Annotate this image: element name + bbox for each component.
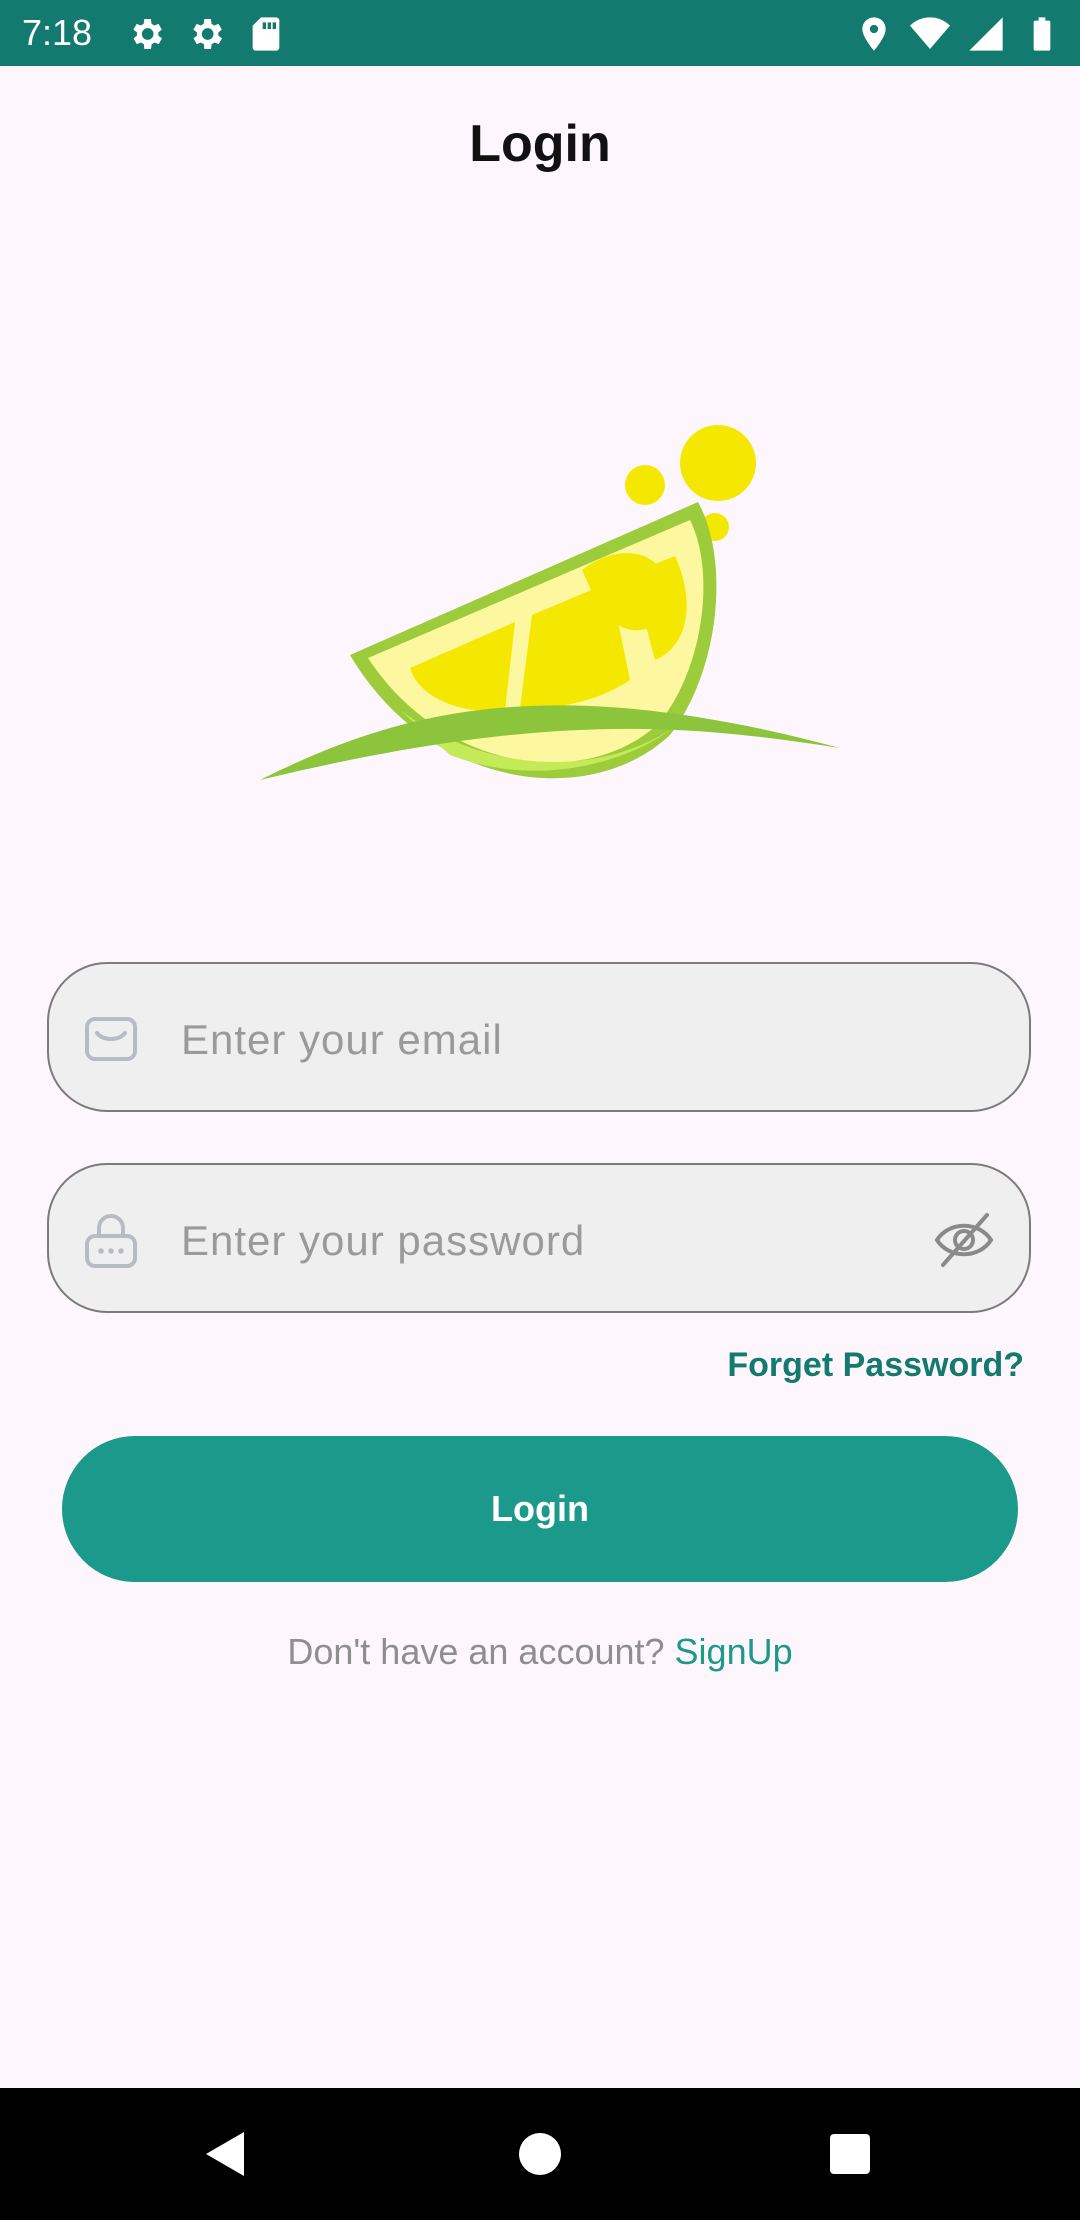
eye-off-icon[interactable]	[931, 1207, 997, 1273]
login-button[interactable]: Login	[62, 1436, 1018, 1582]
lemon-slice-logo	[260, 425, 840, 780]
email-field[interactable]	[47, 962, 1031, 1112]
signup-prompt: Don't have an account?	[287, 1631, 675, 1672]
wifi-icon	[910, 17, 950, 49]
location-icon	[862, 17, 886, 51]
back-icon[interactable]	[196, 2124, 256, 2184]
password-input[interactable]	[179, 1205, 943, 1277]
password-field[interactable]	[47, 1163, 1031, 1313]
navigation-bar	[0, 2088, 1080, 2220]
lock-icon	[85, 1214, 137, 1268]
page-title: Login	[469, 115, 611, 173]
settings-icon	[133, 19, 162, 49]
status-icons-right	[854, 14, 1062, 54]
home-icon[interactable]	[510, 2124, 570, 2184]
mail-icon	[85, 1017, 137, 1061]
signup-row: Don't have an account? SignUp	[0, 1628, 1080, 1676]
signup-link[interactable]: SignUp	[675, 1631, 793, 1672]
status-bar: 7:18	[0, 0, 1080, 66]
status-icons-left	[126, 14, 286, 54]
signal-icon	[969, 17, 1003, 51]
status-time: 7:18	[22, 12, 93, 53]
sd-card-icon	[252, 17, 280, 51]
email-input[interactable]	[179, 1004, 943, 1076]
settings-icon	[193, 19, 222, 49]
recents-icon[interactable]	[820, 2124, 880, 2184]
forgot-password-link[interactable]: Forget Password?	[727, 1344, 1024, 1386]
battery-icon	[1033, 17, 1051, 51]
